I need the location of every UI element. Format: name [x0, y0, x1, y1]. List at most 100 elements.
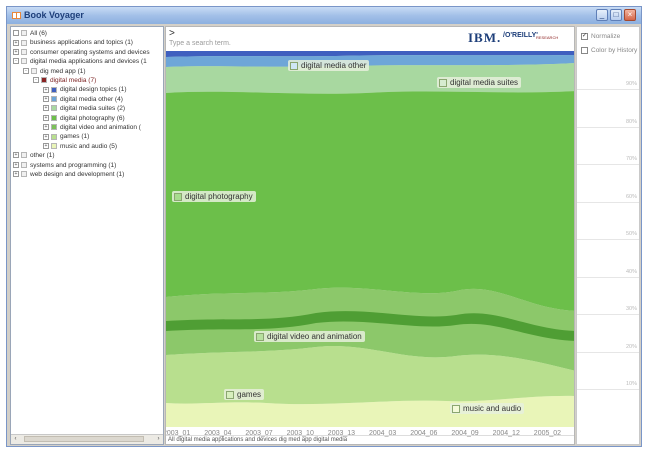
gridline — [577, 276, 639, 278]
scroll-left-icon[interactable]: ‹ — [11, 435, 20, 443]
check-icon: ✓ — [582, 33, 588, 39]
gridline — [577, 314, 639, 315]
tree-root-icon[interactable] — [13, 30, 19, 37]
tree-item-label: digital design topics (1) — [60, 86, 127, 94]
expand-icon[interactable]: + — [43, 114, 49, 121]
expand-icon[interactable]: + — [43, 143, 49, 150]
stream-graph-panel: > Type a search term. IBM. /O'REILLY' RE… — [165, 26, 575, 445]
tree-item[interactable]: + games (1) — [43, 132, 89, 141]
tree-item-label: All (6) — [30, 30, 47, 37]
swatch-icon — [452, 404, 460, 413]
scroll-thumb[interactable] — [24, 436, 144, 442]
search-input[interactable]: Type a search term. — [169, 40, 231, 47]
tree-item[interactable]: + other (1) — [13, 151, 55, 160]
expand-icon[interactable]: + — [13, 161, 19, 168]
close-button[interactable]: × — [624, 9, 636, 21]
gridline — [577, 201, 639, 203]
swatch-icon — [290, 61, 298, 70]
options-panel: ✓ Normalize Color by History 90% 80% 70% 60… — [576, 26, 640, 445]
tree-item[interactable]: + consumer operating systems and devices — [13, 48, 150, 57]
label-games[interactable]: games — [224, 389, 265, 400]
tree-item[interactable]: + digital photography (6) — [43, 114, 125, 123]
swatch-icon — [256, 332, 264, 341]
category-color-swatch — [51, 114, 57, 121]
category-color-swatch — [51, 86, 57, 93]
tree-item[interactable]: + digital media suites (2) — [43, 104, 125, 113]
label-digital-photography[interactable]: digital photography — [172, 191, 256, 202]
tree-item[interactable]: + web design and development (1) — [13, 170, 124, 179]
minimize-button[interactable]: _ — [596, 9, 608, 21]
category-color-swatch — [51, 143, 57, 150]
gridline — [577, 389, 639, 390]
tree-item-label: music and audio (5) — [60, 142, 118, 150]
tree-item[interactable]: All (6) — [13, 29, 47, 38]
expand-icon[interactable]: + — [13, 39, 19, 46]
scroll-right-icon[interactable]: › — [154, 435, 163, 443]
category-color-swatch — [21, 161, 27, 168]
color-by-history-checkbox[interactable] — [581, 47, 588, 54]
tree-item-label: digital photography (6) — [60, 114, 125, 122]
tree-item-label: dig med app (1) — [40, 67, 86, 75]
tree-item[interactable]: - dig med app (1) — [23, 67, 86, 76]
category-color-swatch — [21, 39, 27, 46]
normalize-checkbox[interactable]: ✓ — [581, 33, 588, 40]
title-bar[interactable]: Book Voyager _ □ × — [7, 7, 641, 24]
expand-icon[interactable]: + — [13, 152, 19, 159]
tree-item[interactable]: + digital design topics (1) — [43, 85, 126, 94]
status-path: All digital media applications and devic… — [166, 435, 574, 444]
tree-item-label: games (1) — [60, 133, 90, 141]
tree-item-label: digital media other (4) — [60, 95, 123, 103]
label-digital-video-and-animation[interactable]: digital video and animation — [254, 331, 365, 342]
tree-item-label: business applications and topics (1) — [30, 39, 133, 47]
expand-icon[interactable]: + — [13, 49, 19, 56]
percent-tick-label: 90% — [625, 81, 637, 87]
category-tree: All (6) + business applications and topics… — [10, 26, 164, 445]
window-title: Book Voyager — [24, 10, 84, 20]
category-color-swatch — [21, 171, 27, 178]
tree-item[interactable]: - digital media (7) — [33, 76, 96, 85]
category-color-swatch — [41, 77, 47, 84]
color-by-history-label: Color by History — [591, 47, 638, 54]
horizontal-scrollbar[interactable]: ‹ › — [11, 434, 163, 444]
stream-graph[interactable] — [166, 51, 575, 427]
expand-icon[interactable]: + — [43, 86, 49, 93]
category-color-swatch — [51, 105, 57, 112]
percent-tick-label: 30% — [625, 306, 637, 312]
app-icon — [12, 12, 21, 19]
label-music-and-audio[interactable]: music and audio — [450, 403, 525, 414]
tree-item-label: systems and programming (1) — [30, 161, 117, 169]
oreilly-logo: /O'REILLY' — [503, 32, 538, 39]
ibm-logo: IBM. — [468, 30, 502, 45]
tree-item-label: other (1) — [30, 152, 55, 160]
tree-item[interactable]: + music and audio (5) — [43, 142, 117, 151]
normalize-label: Normalize — [591, 33, 621, 40]
tree-item[interactable]: + digital video and animation ( — [43, 123, 141, 132]
collapse-icon[interactable]: - — [33, 77, 39, 84]
expand-icon[interactable]: + — [43, 96, 49, 103]
percent-tick-label: 50% — [625, 231, 637, 237]
maximize-button[interactable]: □ — [610, 9, 622, 21]
label-digital-media-suites[interactable]: digital media suites — [437, 77, 522, 88]
expand-icon[interactable]: + — [43, 124, 49, 131]
tree-item[interactable]: + digital media other (4) — [43, 95, 123, 104]
tree-item-label: digital video and animation ( — [60, 124, 141, 131]
label-digital-media-other[interactable]: digital media other — [288, 60, 370, 71]
tree-item[interactable]: - digital media applications and devices … — [13, 57, 147, 66]
gridline — [577, 126, 639, 128]
breadcrumb-caret-icon[interactable]: > — [169, 28, 175, 39]
expand-icon[interactable]: + — [13, 171, 19, 178]
category-color-swatch — [51, 124, 57, 131]
expand-icon[interactable]: + — [43, 133, 49, 140]
app-window: Book Voyager _ □ × All (6) + business appl… — [6, 6, 642, 447]
category-color-swatch — [21, 152, 27, 159]
expand-icon[interactable]: + — [43, 105, 49, 112]
category-color-swatch — [31, 67, 37, 74]
tree-item-label: web design and development (1) — [30, 171, 125, 178]
tree-item-label: digital media suites (2) — [60, 105, 126, 113]
tree-item[interactable]: + business applications and topics (1) — [13, 38, 133, 47]
percent-tick-label: 40% — [625, 268, 637, 275]
tree-item[interactable]: + systems and programming (1) — [13, 161, 116, 170]
collapse-icon[interactable]: - — [13, 58, 19, 65]
collapse-icon[interactable]: - — [23, 67, 29, 74]
category-color-swatch — [51, 133, 57, 140]
